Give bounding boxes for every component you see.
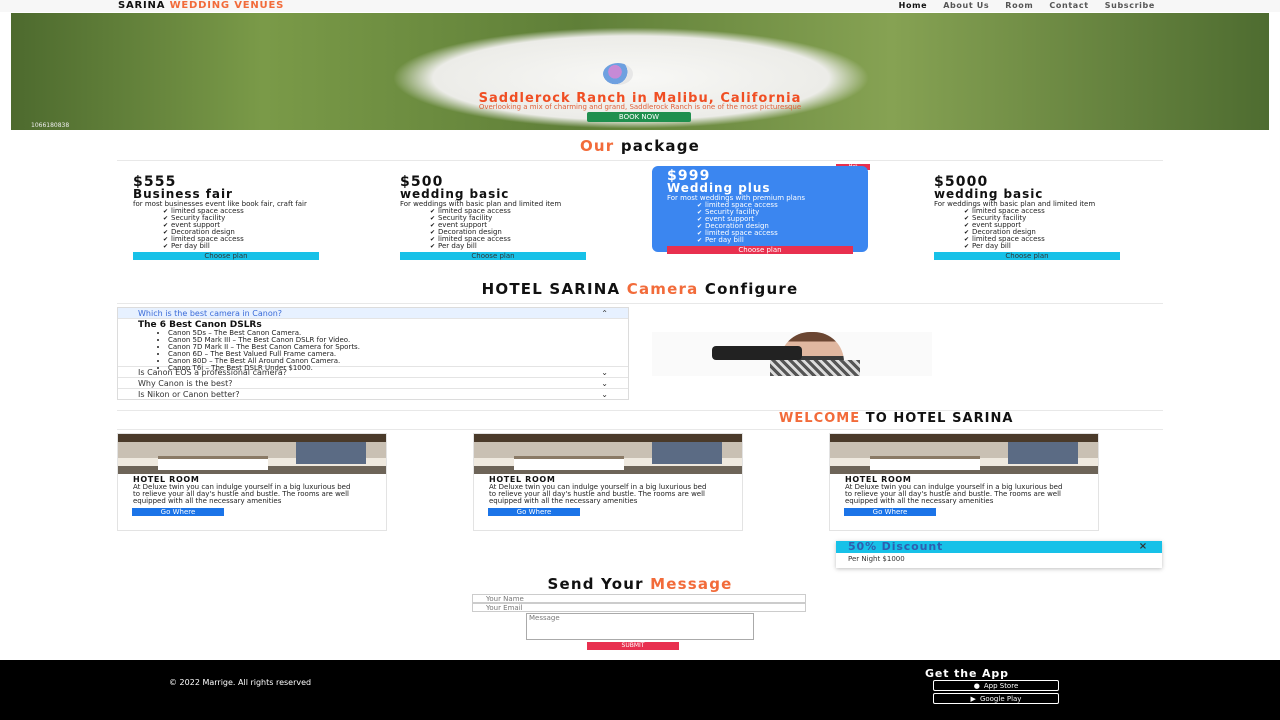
hero-photo-bouquet [603, 63, 633, 85]
chevron-up-icon: ⌃ [601, 309, 608, 318]
go-where-button[interactable]: Go Where [488, 508, 580, 516]
app-store-label: App Store [983, 682, 1019, 690]
room-description: At Deluxe twin you can indulge yourself … [845, 483, 1063, 505]
room-image [118, 434, 386, 474]
hero-banner: Saddlerock Ranch in Malibu, California O… [11, 13, 1269, 130]
accordion-header[interactable]: Which is the best camera in Canon? ⌃ [118, 308, 628, 319]
feature-item: Per day bill [163, 243, 323, 250]
choose-plan-button[interactable]: Choose plan [934, 252, 1120, 260]
divider [117, 303, 1163, 304]
packages-heading-rest: package [620, 137, 701, 155]
camera-heading-post: Configure [704, 280, 799, 298]
accordion-header[interactable]: Is Canon EOS a professional camera? ⌄ [118, 367, 628, 378]
close-icon[interactable]: × [1139, 541, 1148, 553]
package-features: limited space access Security facility e… [697, 202, 853, 244]
package-card: $5000 wedding basic For weddings with ba… [934, 175, 1124, 260]
message-heading: Send Your Message [0, 575, 1280, 593]
accordion-question: Why Canon is the best? [138, 379, 233, 388]
feature-item: Per day bill [697, 237, 853, 244]
package-card-featured: $999 Wedding plus For most weddings with… [652, 166, 868, 254]
package-card: $555 Business fair for most businesses e… [133, 175, 323, 260]
package-features: limited space access Security facility e… [430, 208, 590, 250]
accordion-header[interactable]: Why Canon is the best? ⌄ [118, 378, 628, 389]
packages-heading: Our package [0, 137, 1280, 155]
app-store-button[interactable]: ● App Store [933, 680, 1059, 691]
camera-heading-pre: HOTEL SARINA [481, 280, 621, 298]
room-image [474, 434, 742, 474]
divider [117, 429, 1163, 430]
answer-list: Canon 5Ds – The Best Canon Camera. Canon… [168, 330, 608, 372]
package-name: wedding basic [400, 187, 510, 201]
google-play-label: Google Play [979, 695, 1022, 703]
hero-image-credit: 1066180838 [31, 122, 70, 129]
nav-subscribe[interactable]: Subscribe [1105, 0, 1155, 12]
room-card: HOTEL ROOM At Deluxe twin you can indulg… [829, 433, 1099, 531]
feature-item: Per day bill [964, 243, 1124, 250]
package-name: Business fair [133, 187, 233, 201]
chevron-down-icon: ⌄ [601, 390, 608, 399]
nav-room[interactable]: Room [1005, 0, 1033, 12]
message-heading-accent: Message [650, 575, 733, 593]
package-features: limited space access Security facility e… [163, 208, 323, 250]
accordion-question: Which is the best camera in Canon? [138, 309, 283, 318]
message-textarea[interactable]: Message [526, 613, 754, 640]
room-card: HOTEL ROOM At Deluxe twin you can indulg… [473, 433, 743, 531]
name-field[interactable]: Your Name [472, 594, 806, 603]
discount-header: 50% Discount × [836, 541, 1162, 553]
package-features: limited space access Security facility e… [964, 208, 1124, 250]
app-title: Get the App [925, 667, 1009, 680]
welcome-accent: WELCOME [779, 411, 861, 426]
nav-home[interactable]: Home [899, 0, 928, 12]
footer: © 2022 Marrige. All rights reserved Get … [0, 660, 1280, 720]
nav-about[interactable]: About Us [943, 0, 989, 12]
apple-icon: ● [973, 682, 980, 690]
play-icon: ▶ [970, 695, 976, 703]
room-description: At Deluxe twin you can indulge yourself … [489, 483, 707, 505]
book-now-button[interactable]: BOOK NOW [587, 112, 691, 122]
email-field[interactable]: Your Email [472, 603, 806, 612]
chevron-down-icon: ⌄ [601, 379, 608, 388]
chevron-down-icon: ⌄ [601, 368, 608, 377]
discount-title: 50% Discount [848, 540, 944, 553]
accordion-header[interactable]: Is Nikon or Canon better? ⌄ [118, 389, 628, 400]
discount-body: Per Night $1000 [848, 555, 905, 563]
welcome-rest: TO HOTEL SARINA [865, 411, 1014, 426]
google-play-button[interactable]: ▶ Google Play [933, 693, 1059, 704]
packages-heading-accent: Our [579, 137, 615, 155]
package-name: Wedding plus [667, 181, 771, 195]
accordion-question: Is Canon EOS a professional camera? [138, 368, 288, 377]
package-name: wedding basic [934, 187, 1044, 201]
room-image [830, 434, 1098, 474]
photographer-shirt [770, 360, 860, 376]
brand-main: SARINA [118, 0, 166, 11]
divider [117, 160, 1163, 161]
room-card: HOTEL ROOM At Deluxe twin you can indulg… [117, 433, 387, 531]
nav-contact[interactable]: Contact [1049, 0, 1088, 12]
navbar: SARINA WEDDING VENUES Home About Us Room… [0, 0, 1280, 12]
accordion-body: The 6 Best Canon DSLRs Canon 5Ds – The B… [118, 319, 628, 372]
brand-accent: WEDDING VENUES [169, 0, 285, 11]
welcome-heading: WELCOME TO HOTEL SARINA [779, 411, 1163, 426]
choose-plan-button[interactable]: Choose plan [133, 252, 319, 260]
photographer-image [652, 332, 932, 376]
copyright: © 2022 Marrige. All rights reserved [169, 678, 312, 687]
choose-plan-button[interactable]: Choose plan [400, 252, 586, 260]
camera-heading-accent: Camera [626, 280, 699, 298]
accordion-question: Is Nikon or Canon better? [138, 390, 240, 399]
submit-button[interactable]: SUBMIT [587, 642, 679, 650]
room-description: At Deluxe twin you can indulge yourself … [133, 483, 351, 505]
go-where-button[interactable]: Go Where [132, 508, 224, 516]
nav-links: Home About Us Room Contact Subscribe [899, 0, 1155, 12]
message-heading-pre: Send Your [547, 575, 644, 593]
faq-accordion: Which is the best camera in Canon? ⌃ The… [117, 307, 629, 400]
package-card: $500 wedding basic For weddings with bas… [400, 175, 590, 260]
discount-toast: 50% Discount × Per Night $1000 [836, 541, 1162, 568]
camera-icon [712, 346, 802, 360]
go-where-button[interactable]: Go Where [844, 508, 936, 516]
camera-heading: HOTEL SARINA Camera Configure [0, 280, 1280, 298]
brand-logo[interactable]: SARINA WEDDING VENUES [118, 0, 284, 12]
feature-item: Per day bill [430, 243, 590, 250]
hero-subtitle: Overlooking a mix of charming and grand,… [478, 103, 802, 111]
choose-plan-button[interactable]: Choose plan [667, 246, 853, 254]
